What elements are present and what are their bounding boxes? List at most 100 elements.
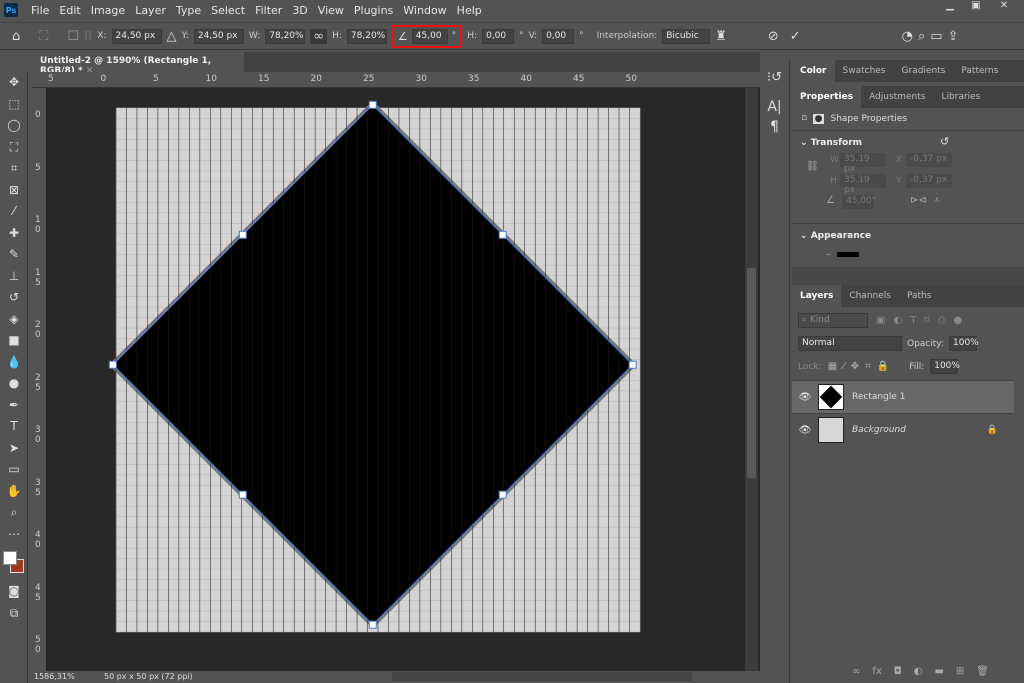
tab-gradients[interactable]: Gradients — [894, 60, 954, 82]
rotation-input[interactable]: 45,00 — [411, 28, 448, 44]
menu-filter[interactable]: Filter — [250, 4, 287, 17]
document-tab[interactable]: Untitled-2 @ 1590% (Rectangle 1, RGB/8) … — [32, 52, 244, 76]
tab-swatches[interactable]: Swatches — [835, 60, 894, 82]
x-input[interactable]: 24,50 px — [111, 28, 162, 44]
foreground-color-swatch[interactable] — [3, 551, 17, 565]
home-icon[interactable]: ⌂ — [12, 29, 20, 44]
maximize-icon[interactable]: ▣ — [966, 0, 986, 14]
fx-icon[interactable]: fx — [872, 666, 881, 677]
color-swatches[interactable] — [0, 545, 27, 581]
move-tool-icon[interactable]: ✥ — [0, 72, 28, 94]
transform-handle[interactable] — [238, 230, 247, 239]
new-layer-icon[interactable]: ⊞ — [956, 666, 964, 677]
tab-color[interactable]: Color — [792, 60, 835, 82]
width-field[interactable]: 35,19 px — [840, 153, 886, 174]
filter-pixel-icon[interactable]: ▣ — [876, 315, 885, 326]
hand-tool-icon[interactable]: ✋ — [0, 481, 28, 503]
layer-background[interactable]: 👁 Background 🔒 — [792, 413, 1014, 446]
frame-tool-icon[interactable]: ⊠ — [0, 180, 28, 202]
stroke-icon[interactable]: – — [826, 249, 831, 260]
marquee-tool-icon[interactable]: ⬚ — [0, 94, 28, 116]
vskew-input[interactable]: 0,00 — [542, 28, 575, 44]
tab-patterns[interactable]: Patterns — [953, 60, 1006, 82]
canvas[interactable] — [32, 72, 760, 672]
shape-icon[interactable]: ⌑ — [802, 114, 807, 124]
w-input[interactable]: 78,20% — [265, 28, 306, 44]
history-brush-tool-icon[interactable]: ↺ — [0, 287, 28, 309]
paragraph-icon[interactable]: ¶ — [760, 119, 789, 135]
path-select-tool-icon[interactable]: ➤ — [0, 438, 28, 460]
visibility-eye-icon[interactable]: 👁 — [792, 392, 818, 403]
screen-mode-icon[interactable]: ⧉ — [0, 603, 28, 625]
reference-point-icon[interactable]: ⛶ — [39, 29, 48, 44]
filter-toggle-icon[interactable]: ● — [953, 315, 962, 326]
share-icon[interactable]: ⇪ — [948, 29, 959, 44]
warp-icon[interactable]: ♜ — [715, 29, 727, 44]
zoom-tool-icon[interactable]: ⌕ — [0, 502, 28, 524]
horizontal-scrollbar[interactable] — [392, 672, 692, 681]
adjustment-layer-icon[interactable]: ◐ — [914, 666, 923, 677]
menu-layer[interactable]: Layer — [130, 4, 171, 17]
appearance-section[interactable]: ⌄ Appearance — [800, 231, 871, 241]
minimize-icon[interactable]: ▁ — [940, 0, 960, 14]
tab-channels[interactable]: Channels — [841, 285, 899, 307]
add-mask-icon[interactable]: ◘ — [894, 666, 902, 677]
cancel-transform-icon[interactable]: ⊘ — [768, 29, 779, 44]
lasso-tool-icon[interactable]: ◯ — [0, 115, 28, 137]
visibility-eye-icon[interactable]: 👁 — [792, 425, 818, 436]
menu-3d[interactable]: 3D — [287, 4, 312, 17]
menu-window[interactable]: Window — [398, 4, 451, 17]
transform-section[interactable]: ⌄ Transform — [800, 138, 862, 148]
interpolation-select[interactable]: Bicubic — [662, 28, 711, 44]
opacity-input[interactable]: 100% — [949, 336, 979, 351]
scroll-thumb[interactable] — [747, 268, 756, 478]
crop-tool-icon[interactable]: ⌗ — [0, 158, 28, 180]
height-field[interactable]: 35,19 px — [840, 174, 886, 195]
filter-shape-icon[interactable]: ⌑ — [924, 315, 929, 326]
stamp-tool-icon[interactable]: ⊥ — [0, 266, 28, 288]
zoom-level[interactable]: 1586,31% — [34, 672, 75, 681]
menu-image[interactable]: Image — [86, 4, 130, 17]
hskew-input[interactable]: 0,00 — [482, 28, 515, 44]
h-input[interactable]: 78,20% — [346, 28, 387, 44]
gradient-tool-icon[interactable]: ■ — [0, 330, 28, 352]
object-select-tool-icon[interactable]: ⛶ — [0, 137, 28, 159]
lock-pixels-icon[interactable]: ⁄ — [843, 361, 845, 372]
more-tools-icon[interactable]: ⋯ — [0, 524, 28, 546]
commit-transform-icon[interactable]: ✓ — [790, 29, 801, 44]
reset-icon[interactable]: ↺ — [940, 135, 949, 148]
menu-plugins[interactable]: Plugins — [349, 4, 398, 17]
transform-handle[interactable] — [628, 360, 637, 369]
eyedropper-tool-icon[interactable]: ⁄ — [0, 201, 28, 223]
search-icon[interactable]: ⌕ — [918, 29, 925, 44]
workspace-icon[interactable]: ▭ — [930, 29, 942, 44]
menu-select[interactable]: Select — [206, 4, 250, 17]
blend-mode-select[interactable]: Normal — [798, 336, 902, 351]
eraser-tool-icon[interactable]: ◈ — [0, 309, 28, 331]
layer-lock-icon[interactable]: 🔒 — [987, 425, 998, 435]
transform-handle[interactable] — [498, 230, 507, 239]
lock-position-icon[interactable]: ✥ — [851, 361, 859, 372]
healing-tool-icon[interactable]: ✚ — [0, 223, 28, 245]
angle-field[interactable]: 45,00° — [842, 195, 876, 209]
menu-file[interactable]: File — [26, 4, 54, 17]
character-icon[interactable]: A| — [760, 99, 789, 115]
link-icon[interactable]: ∞ — [310, 28, 328, 44]
menu-view[interactable]: View — [313, 4, 349, 17]
link-proportions-icon[interactable]: ⛓ — [806, 161, 819, 172]
type-tool-icon[interactable]: T — [0, 416, 28, 438]
checkbox-icon[interactable]: ☐ — [67, 29, 79, 44]
reference-grid-icon[interactable]: ⁞⁞ — [84, 29, 92, 44]
fill-input[interactable]: 100% — [930, 359, 960, 374]
rectangle-tool-icon[interactable]: ▭ — [0, 459, 28, 481]
tab-paths[interactable]: Paths — [899, 285, 939, 307]
blur-tool-icon[interactable]: 💧 — [0, 352, 28, 374]
lock-all-icon[interactable]: 🔒 — [877, 361, 889, 372]
y-field[interactable]: -0,37 px — [906, 174, 952, 188]
lock-artboard-icon[interactable]: ⌗ — [865, 361, 871, 372]
y-input[interactable]: 24,50 px — [193, 28, 244, 44]
vertical-scrollbar[interactable] — [745, 88, 758, 671]
link-layers-icon[interactable]: ∞ — [852, 666, 860, 677]
lock-transparent-icon[interactable]: ▦ — [828, 361, 837, 372]
transform-handle[interactable] — [238, 490, 247, 499]
